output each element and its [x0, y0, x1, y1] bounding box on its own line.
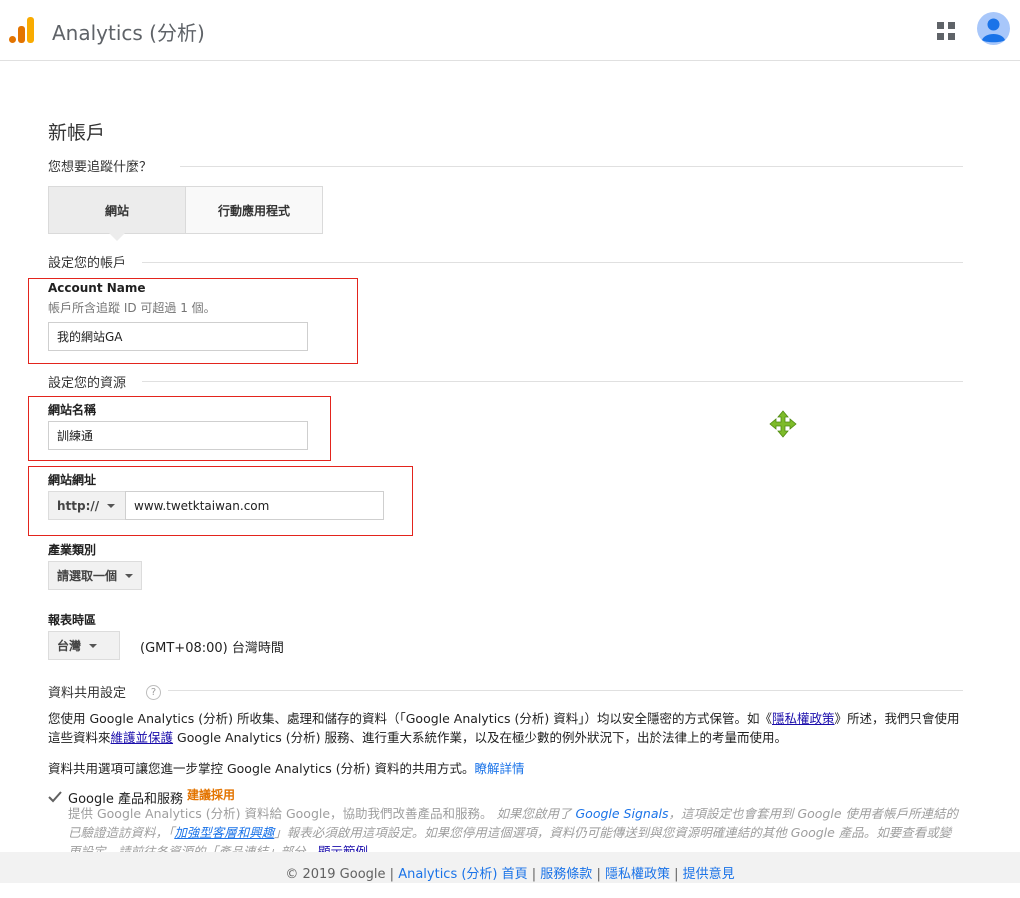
footer-link-feedback[interactable]: 提供意見 — [683, 867, 735, 882]
divider — [142, 381, 963, 382]
recommended-badge: 建議採用 — [187, 788, 236, 802]
demographics-link[interactable]: 加強型客層和興趣 — [174, 825, 274, 840]
timezone-country-select[interactable]: 台灣 — [48, 631, 120, 660]
maintain-protect-link[interactable]: 維護並保護 — [111, 730, 174, 745]
timezone-text: (GMT+08:00) 台灣時間 — [140, 641, 284, 656]
desc-text: 提供 Google Analytics (分析) 資料給 Google，協助我們… — [68, 806, 493, 821]
separator: | — [592, 867, 605, 882]
app-title: Analytics (分析) — [52, 21, 205, 45]
privacy-text: 您使用 Google Analytics (分析) 所收集、處理和儲存的資料（「… — [48, 711, 773, 726]
google-products-description: 提供 Google Analytics (分析) 資料給 Google，協助我們… — [68, 804, 963, 852]
account-avatar-icon[interactable] — [977, 12, 1010, 45]
track-question: 您想要追蹤什麼？ — [48, 160, 153, 175]
highlight-box-site-name — [28, 396, 331, 461]
sharing-section-title: 資料共用設定 — [48, 686, 127, 701]
tab-website-label: 網站 — [104, 203, 129, 218]
industry-value: 請選取一個 — [57, 569, 118, 583]
show-example-link[interactable]: 顯示範例 — [318, 844, 368, 852]
timezone-label: 報表時區 — [48, 613, 97, 627]
industry-label: 產業類別 — [48, 543, 97, 557]
privacy-paragraph: 您使用 Google Analytics (分析) 所收集、處理和儲存的資料（「… — [48, 709, 963, 747]
divider — [180, 166, 963, 167]
desc-text: 如果您啟用了 — [492, 806, 576, 821]
highlight-box-account — [28, 278, 358, 364]
page-title: 新帳戶 — [48, 122, 106, 144]
separator: | — [385, 867, 399, 882]
separator: | — [669, 867, 683, 882]
divider — [142, 262, 963, 263]
page-footer: © 2019 Google | Analytics (分析) 首頁 | 服務條款… — [0, 852, 1020, 883]
sharing-text: 資料共用選項可讓您進一步掌控 Google Analytics (分析) 資料的… — [48, 761, 475, 776]
separator: | — [527, 867, 541, 882]
industry-select[interactable]: 請選取一個 — [48, 561, 142, 590]
google-products-checkbox[interactable] — [47, 789, 63, 805]
account-section-title: 設定您的帳戶 — [48, 256, 127, 271]
divider — [168, 690, 963, 691]
privacy-policy-link[interactable]: 隱私權政策 — [772, 711, 835, 726]
caret-down-icon — [89, 643, 98, 648]
analytics-logo-icon[interactable] — [8, 15, 36, 45]
privacy-text: Google Analytics (分析) 服務、進行重大系統作業，以及在極少數… — [173, 730, 788, 745]
learn-more-link[interactable]: 瞭解詳情 — [475, 761, 525, 776]
footer-link-analytics-home[interactable]: Analytics (分析) 首頁 — [398, 867, 527, 882]
copyright: © 2019 Google — [285, 867, 386, 882]
footer-link-privacy[interactable]: 隱私權政策 — [605, 867, 670, 882]
tab-website[interactable]: 網站 — [48, 186, 186, 234]
caret-down-icon — [125, 573, 133, 578]
timezone-country-value: 台灣 — [57, 639, 82, 653]
highlight-box-site-url — [28, 466, 413, 536]
apps-grid-icon[interactable] — [937, 22, 955, 40]
property-section-title: 設定您的資源 — [48, 376, 127, 391]
tab-mobile-app[interactable]: 行動應用程式 — [185, 186, 323, 234]
footer-link-terms[interactable]: 服務條款 — [540, 867, 592, 882]
sharing-paragraph: 資料共用選項可讓您進一步掌控 Google Analytics (分析) 資料的… — [48, 759, 963, 778]
move-cursor-icon — [769, 410, 797, 438]
tab-pointer — [109, 233, 125, 241]
help-icon[interactable]: ? — [146, 685, 161, 700]
tab-mobile-app-label: 行動應用程式 — [217, 203, 290, 218]
google-signals-link[interactable]: Google Signals — [576, 806, 669, 821]
app-header: Analytics (分析) — [0, 0, 1020, 61]
